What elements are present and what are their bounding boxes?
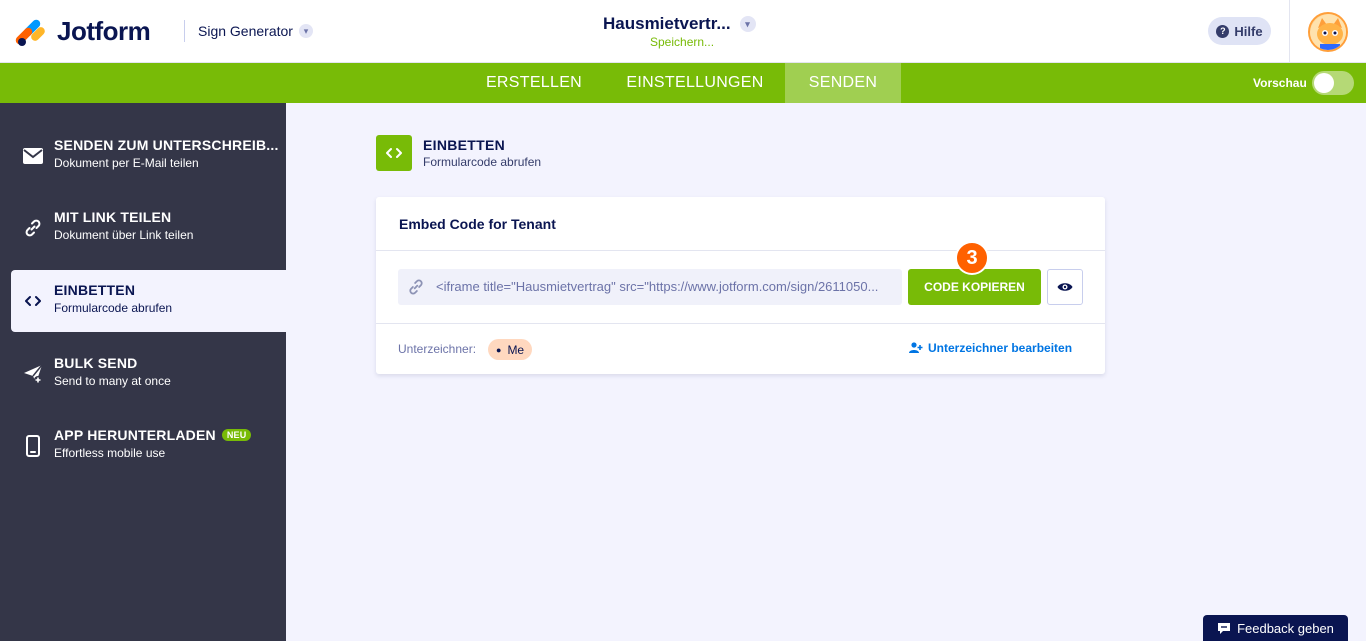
help-label: Hilfe — [1234, 23, 1263, 39]
preview-toggle[interactable] — [1312, 71, 1354, 95]
sidebar-item-link[interactable]: MIT LINK TEILEN Dokument über Link teile… — [0, 197, 286, 259]
link-icon — [408, 279, 424, 295]
edit-signers-label: Unterzeichner bearbeiten — [928, 341, 1073, 355]
sidebar-item-sub: Effortless mobile use — [54, 446, 166, 460]
eye-icon — [1057, 283, 1073, 291]
header-divider — [184, 20, 185, 42]
embed-code-card: Embed Code for Tenant <iframe title="Hau… — [376, 197, 1105, 374]
edit-signers-link[interactable]: Unterzeichner bearbeiten — [909, 341, 1072, 355]
mail-icon — [22, 145, 44, 167]
publish-sidebar: SENDEN ZUM UNTERSCHREIB... Dokument per … — [0, 103, 286, 641]
tab-einstellungen[interactable]: EINSTELLUNGEN — [610, 63, 780, 103]
feedback-button[interactable]: Feedback geben — [1203, 615, 1348, 641]
tab-erstellen[interactable]: ERSTELLEN — [472, 63, 596, 103]
document-title-text: Hausmietvertr... — [603, 14, 731, 33]
new-badge: NEU — [221, 429, 252, 441]
users-icon — [909, 342, 923, 353]
card-title: Embed Code for Tenant — [399, 216, 556, 232]
sidebar-item-title: MIT LINK TEILEN — [54, 209, 172, 225]
sidebar-item-title: EINBETTEN — [54, 282, 136, 298]
divider — [376, 250, 1105, 251]
preview-embed-button[interactable] — [1047, 269, 1083, 305]
divider — [376, 323, 1105, 324]
paper-plane-icon — [22, 363, 44, 385]
step-badge: 3 — [955, 241, 989, 275]
person-icon: ● — [496, 344, 502, 355]
link-icon — [22, 217, 44, 239]
section-subtitle: Formularcode abrufen — [423, 155, 542, 169]
section-title: EINBETTEN — [423, 137, 506, 153]
main-nav: ERSTELLEN EINSTELLUNGEN SENDEN Vorschau — [0, 63, 1366, 103]
code-icon — [376, 135, 412, 171]
sidebar-item-app-download[interactable]: APP HERUNTERLADEN NEU Effortless mobile u… — [0, 415, 286, 477]
question-icon: ? — [1216, 24, 1230, 38]
avatar[interactable] — [1308, 12, 1348, 52]
tab-label: ERSTELLEN — [485, 74, 583, 91]
tab-senden[interactable]: SENDEN — [785, 63, 901, 103]
tab-label: EINSTELLUNGEN — [626, 74, 764, 91]
phone-icon — [22, 435, 44, 457]
sidebar-item-title: APP HERUNTERLADEN NEU — [54, 427, 252, 443]
sidebar-item-email[interactable]: SENDEN ZUM UNTERSCHREIB... Dokument per … — [0, 125, 286, 187]
embed-code-field[interactable]: <iframe title="Hausmietvertrag" src="htt… — [398, 269, 902, 305]
save-status: Speichern... — [650, 35, 715, 49]
feedback-label: Feedback geben — [1237, 620, 1334, 636]
product-name: Sign Generator — [198, 23, 293, 39]
avatar-image — [1310, 14, 1346, 50]
product-switcher[interactable]: Sign Generator ▾ — [198, 23, 313, 39]
sidebar-item-title-text: APP HERUNTERLADEN — [54, 427, 216, 443]
code-icon — [22, 290, 44, 312]
signer-chip-label: Me — [507, 342, 525, 357]
signer-label: Unterzeichner: — [398, 342, 477, 356]
sidebar-item-sub: Dokument per E-Mail teilen — [54, 156, 199, 170]
jotform-logo-icon — [14, 17, 47, 46]
toggle-knob — [1314, 73, 1334, 93]
logo-text: Jotform — [57, 16, 151, 46]
feedback-icon — [1218, 622, 1231, 634]
sidebar-item-bulk-send[interactable]: BULK SEND Send to many at once — [0, 343, 286, 405]
tab-label: SENDEN — [808, 74, 878, 91]
header-divider — [1289, 0, 1290, 63]
top-header: Jotform Sign Generator ▾ Hausmietvertr..… — [0, 0, 1366, 63]
jotform-logo[interactable]: Jotform — [14, 16, 151, 47]
sidebar-item-title: BULK SEND — [54, 355, 138, 371]
sidebar-item-sub: Dokument über Link teilen — [54, 228, 194, 242]
preview-label: Vorschau — [1253, 76, 1307, 90]
help-button[interactable]: ? Hilfe — [1208, 17, 1271, 45]
sidebar-item-title: SENDEN ZUM UNTERSCHREIB... — [54, 137, 279, 153]
sidebar-item-sub: Send to many at once — [54, 374, 171, 388]
embed-code-text: <iframe title="Hausmietvertrag" src="htt… — [436, 279, 879, 294]
signer-chip: ● Me — [488, 339, 533, 360]
sidebar-item-embed[interactable]: EINBETTEN Formularcode abrufen — [11, 270, 286, 332]
document-title[interactable]: Hausmietvertr... ▾ — [603, 14, 756, 34]
chevron-down-icon: ▾ — [739, 16, 756, 32]
chevron-down-icon: ▾ — [298, 24, 313, 38]
sidebar-item-sub: Formularcode abrufen — [54, 301, 173, 315]
